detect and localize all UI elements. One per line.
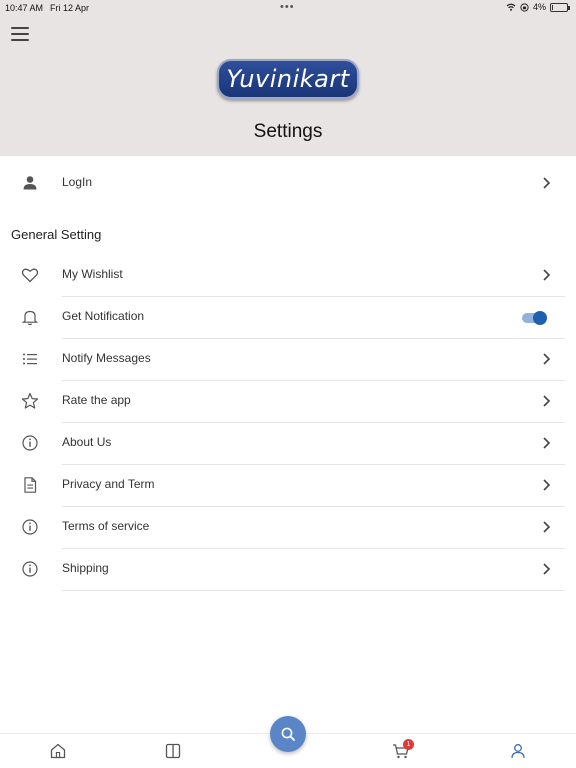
chevron-right-icon xyxy=(543,563,551,575)
logo-text: Yuvinikart xyxy=(226,65,350,93)
heart-icon xyxy=(21,268,39,283)
settings-item-label: Notify Messages xyxy=(62,351,151,365)
chevron-right-icon xyxy=(543,395,551,407)
battery-percent: 4% xyxy=(532,2,546,12)
divider xyxy=(62,590,565,591)
chevron-right-icon xyxy=(543,269,551,281)
battery-level xyxy=(552,4,553,10)
settings-item-label: Privacy and Term xyxy=(62,477,155,491)
settings-item-rate-app[interactable]: Rate the app xyxy=(0,380,576,422)
page-title: Settings xyxy=(253,121,323,142)
settings-item-label: Terms of service xyxy=(62,519,150,533)
catalog-icon[interactable] xyxy=(164,742,182,760)
star-icon xyxy=(21,392,39,409)
person-icon xyxy=(23,176,37,190)
list-icon xyxy=(23,353,37,365)
login-label: LogIn xyxy=(62,175,93,189)
search-icon xyxy=(281,727,295,741)
settings-item-label: My Wishlist xyxy=(62,267,123,281)
settings-item-wishlist[interactable]: My Wishlist xyxy=(0,254,576,296)
home-icon[interactable] xyxy=(49,742,67,760)
brand-logo: Yuvinikart xyxy=(217,59,359,99)
cart-badge: 1 xyxy=(403,739,414,750)
chevron-right-icon xyxy=(543,521,551,533)
hamburger-menu-icon[interactable] xyxy=(11,27,29,41)
status-bar: 10:47 AM Fri 12 Apr ••• 4% xyxy=(0,0,576,16)
settings-item-shipping[interactable]: Shipping xyxy=(0,548,576,590)
settings-item-label: Rate the app xyxy=(62,393,131,407)
settings-item-about-us[interactable]: About Us xyxy=(0,422,576,464)
status-time: 10:47 AM xyxy=(5,3,44,13)
settings-item-notification: Get Notification xyxy=(0,296,576,338)
chevron-right-icon xyxy=(543,177,551,189)
header: 10:47 AM Fri 12 Apr ••• 4% Yuvinikart Se… xyxy=(0,0,576,156)
chevron-right-icon xyxy=(543,479,551,491)
info-icon xyxy=(22,561,38,577)
settings-screen: 10:47 AM Fri 12 Apr ••• 4% Yuvinikart Se… xyxy=(0,0,576,768)
settings-item-label: Get Notification xyxy=(62,309,145,323)
bell-icon xyxy=(21,310,39,326)
settings-item-privacy[interactable]: Privacy and Term xyxy=(0,464,576,506)
settings-item-label: Shipping xyxy=(62,561,109,575)
chevron-right-icon xyxy=(543,353,551,365)
status-indicators: 4% xyxy=(506,2,570,12)
profile-icon[interactable] xyxy=(509,742,527,760)
status-date: Fri 12 Apr xyxy=(50,3,90,13)
toggle-knob xyxy=(533,311,547,325)
info-icon xyxy=(22,519,38,535)
settings-item-notify-messages[interactable]: Notify Messages xyxy=(0,338,576,380)
settings-item-terms[interactable]: Terms of service xyxy=(0,506,576,548)
info-icon xyxy=(22,435,38,451)
settings-item-label: About Us xyxy=(62,435,112,449)
chevron-right-icon xyxy=(543,437,551,449)
wifi-icon xyxy=(506,3,516,11)
document-icon xyxy=(24,477,37,493)
search-button[interactable] xyxy=(270,716,306,752)
battery-icon xyxy=(550,2,570,12)
login-row[interactable]: LogIn xyxy=(0,162,576,204)
multitasking-dots-icon[interactable]: ••• xyxy=(280,1,295,13)
notification-toggle[interactable] xyxy=(520,311,548,325)
section-title-general: General Setting xyxy=(11,227,102,242)
orientation-lock-icon xyxy=(520,2,529,12)
